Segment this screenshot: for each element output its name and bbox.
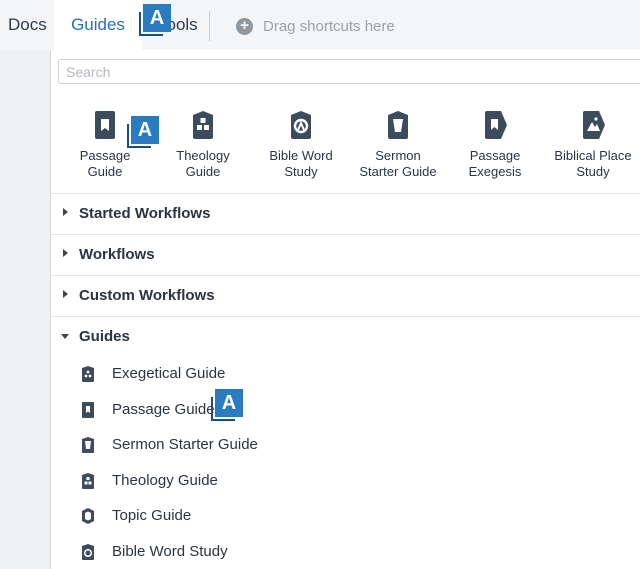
guide-shortcut-theology-guide[interactable]: Theology Guide	[153, 110, 253, 180]
chevron-right-icon	[63, 208, 68, 216]
passage-guide-icon	[95, 111, 115, 139]
section-workflows[interactable]: Workflows	[51, 234, 640, 275]
accessibility-badge-icon: A	[211, 389, 243, 421]
theology-guide-icon	[82, 473, 94, 489]
bible-word-study-icon	[82, 544, 94, 560]
list-item-label: Theology Guide	[112, 472, 218, 489]
topic-guide-icon	[82, 508, 94, 524]
list-item-bible-word-study[interactable]: Bible Word Study	[81, 540, 481, 566]
section-custom-workflows[interactable]: Custom Workflows	[51, 275, 640, 316]
sermon-starter-guide-icon	[388, 111, 408, 139]
tab-guides[interactable]: Guides	[54, 0, 142, 50]
accessibility-badge-icon: A	[139, 4, 171, 36]
exegetical-guide-icon	[82, 366, 94, 382]
guide-shortcut-label: Passage Exegesis	[468, 148, 522, 179]
shortcut-drop-zone[interactable]: + Drag shortcuts here	[236, 16, 395, 36]
guide-shortcut-label: Biblical Place Study	[554, 148, 632, 179]
section-started-workflows[interactable]: Started Workflows	[51, 193, 640, 234]
sermon-starter-guide-icon	[82, 437, 94, 453]
list-item-label: Passage Guide	[112, 401, 215, 418]
list-item-label: Sermon Starter Guide	[112, 436, 258, 453]
biblical-place-study-icon	[583, 111, 605, 139]
bible-word-study-icon	[291, 111, 311, 139]
list-item-topic-guide[interactable]: Topic Guide	[81, 504, 481, 530]
list-item-label: Topic Guide	[112, 507, 192, 524]
chevron-down-icon	[61, 334, 69, 339]
section-title: Workflows	[79, 246, 155, 263]
passage-guide-icon	[82, 402, 94, 418]
drag-shortcuts-label: Drag shortcuts here	[263, 17, 395, 35]
list-item-sermon-starter-guide[interactable]: Sermon Starter Guide	[81, 433, 481, 459]
guide-shortcut-passage-exegesis[interactable]: Passage Exegesis	[445, 110, 545, 180]
chevron-right-icon	[63, 249, 68, 257]
section-title: Guides	[79, 328, 130, 345]
guide-shortcut-label: Bible Word Study	[269, 148, 333, 179]
toolbar: Docs Guides Tools + Drag shortcuts here	[0, 0, 640, 50]
list-item-exegetical-guide[interactable]: Exegetical Guide	[81, 362, 481, 388]
list-item-theology-guide[interactable]: Theology Guide	[81, 469, 481, 495]
guide-shortcut-bible-word-study[interactable]: Bible Word Study	[251, 110, 351, 180]
plus-circle-icon: +	[236, 17, 253, 35]
list-item-passage-guide[interactable]: Passage Guide	[81, 398, 481, 424]
guide-shortcut-label: Theology Guide	[176, 148, 230, 179]
chevron-right-icon	[63, 290, 68, 298]
toolbar-divider	[209, 11, 210, 41]
accessibility-badge-icon: A	[127, 116, 159, 148]
theology-guide-icon	[193, 111, 213, 139]
list-item-label: Bible Word Study	[112, 543, 228, 560]
search-input[interactable]	[58, 59, 640, 84]
section-title: Started Workflows	[79, 205, 211, 222]
guide-shortcut-sermon-starter-guide[interactable]: Sermon Starter Guide	[348, 110, 448, 180]
section-guides[interactable]: Guides	[51, 316, 640, 357]
guide-shortcut-biblical-place-study[interactable]: Biblical Place Study	[543, 110, 640, 180]
guide-shortcut-label: Sermon Starter Guide	[359, 148, 437, 179]
list-item-label: Exegetical Guide	[112, 365, 226, 382]
section-title: Custom Workflows	[79, 287, 215, 304]
tab-docs[interactable]: Docs	[8, 0, 47, 50]
passage-exegesis-icon	[485, 111, 507, 139]
guide-shortcut-label: Passage Guide	[79, 148, 131, 179]
